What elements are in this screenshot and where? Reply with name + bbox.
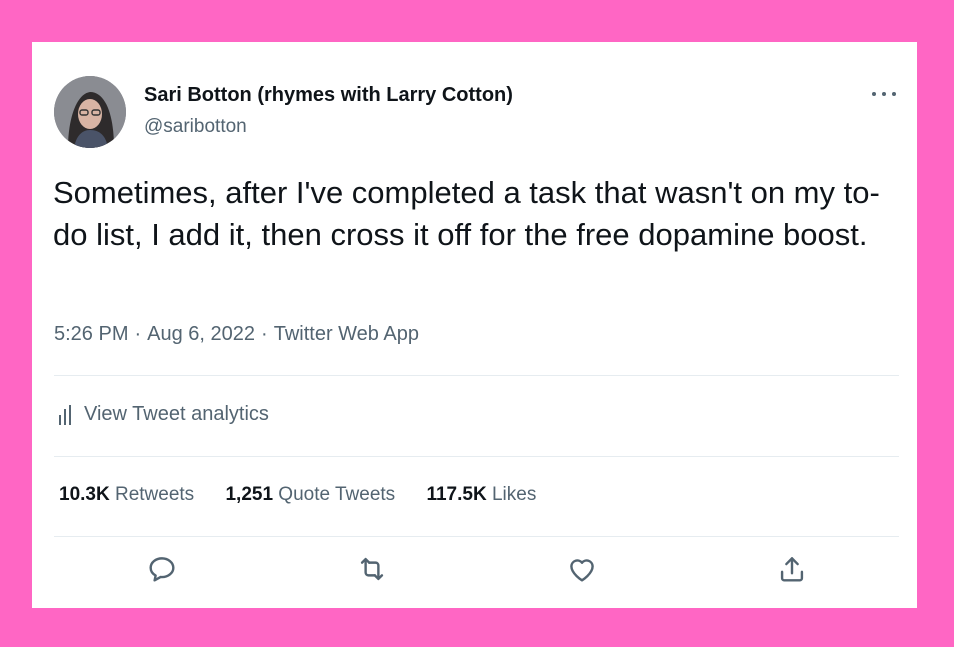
quote-tweets-label: Quote Tweets xyxy=(278,484,396,505)
tweet-date[interactable]: Aug 6, 2022 xyxy=(147,323,255,345)
tweet-meta: 5:26 PM · Aug 6, 2022 · Twitter Web App xyxy=(54,323,419,346)
action-bar xyxy=(32,552,917,592)
display-name[interactable]: Sari Botton (rhymes with Larry Cotton) xyxy=(144,84,513,107)
retweets-count: 10.3K xyxy=(59,484,110,505)
analytics-icon xyxy=(59,404,74,425)
tweet-source[interactable]: Twitter Web App xyxy=(274,323,419,345)
retweets-stat[interactable]: 10.3K Retweets xyxy=(59,484,194,506)
tweet-card: Sari Botton (rhymes with Larry Cotton) @… xyxy=(32,42,917,608)
separator: · xyxy=(261,323,268,345)
divider xyxy=(54,536,899,537)
retweets-label: Retweets xyxy=(114,484,195,505)
tweet-stats: 10.3K Retweets 1,251 Quote Tweets 117.5K… xyxy=(59,484,562,506)
likes-count: 117.5K xyxy=(426,484,487,505)
divider xyxy=(54,375,899,376)
reply-icon[interactable] xyxy=(145,552,179,586)
avatar[interactable] xyxy=(54,76,126,148)
tweet-time[interactable]: 5:26 PM xyxy=(54,323,128,345)
retweet-icon[interactable] xyxy=(355,552,389,586)
quote-tweets-count: 1,251 xyxy=(225,484,274,505)
tweet-text: Sometimes, after I've completed a task t… xyxy=(53,175,880,252)
analytics-label: View Tweet analytics xyxy=(84,403,269,425)
divider xyxy=(54,456,899,457)
quote-tweets-stat[interactable]: 1,251 Quote Tweets xyxy=(225,484,395,506)
share-icon[interactable] xyxy=(775,552,809,586)
separator: · xyxy=(134,323,142,345)
more-icon[interactable] xyxy=(870,86,898,102)
likes-stat[interactable]: 117.5K Likes xyxy=(426,484,536,506)
heart-icon[interactable] xyxy=(565,552,599,586)
view-analytics-link[interactable]: View Tweet analytics xyxy=(59,403,269,426)
likes-label: Likes xyxy=(491,484,537,505)
user-handle[interactable]: @saribotton xyxy=(144,116,247,138)
